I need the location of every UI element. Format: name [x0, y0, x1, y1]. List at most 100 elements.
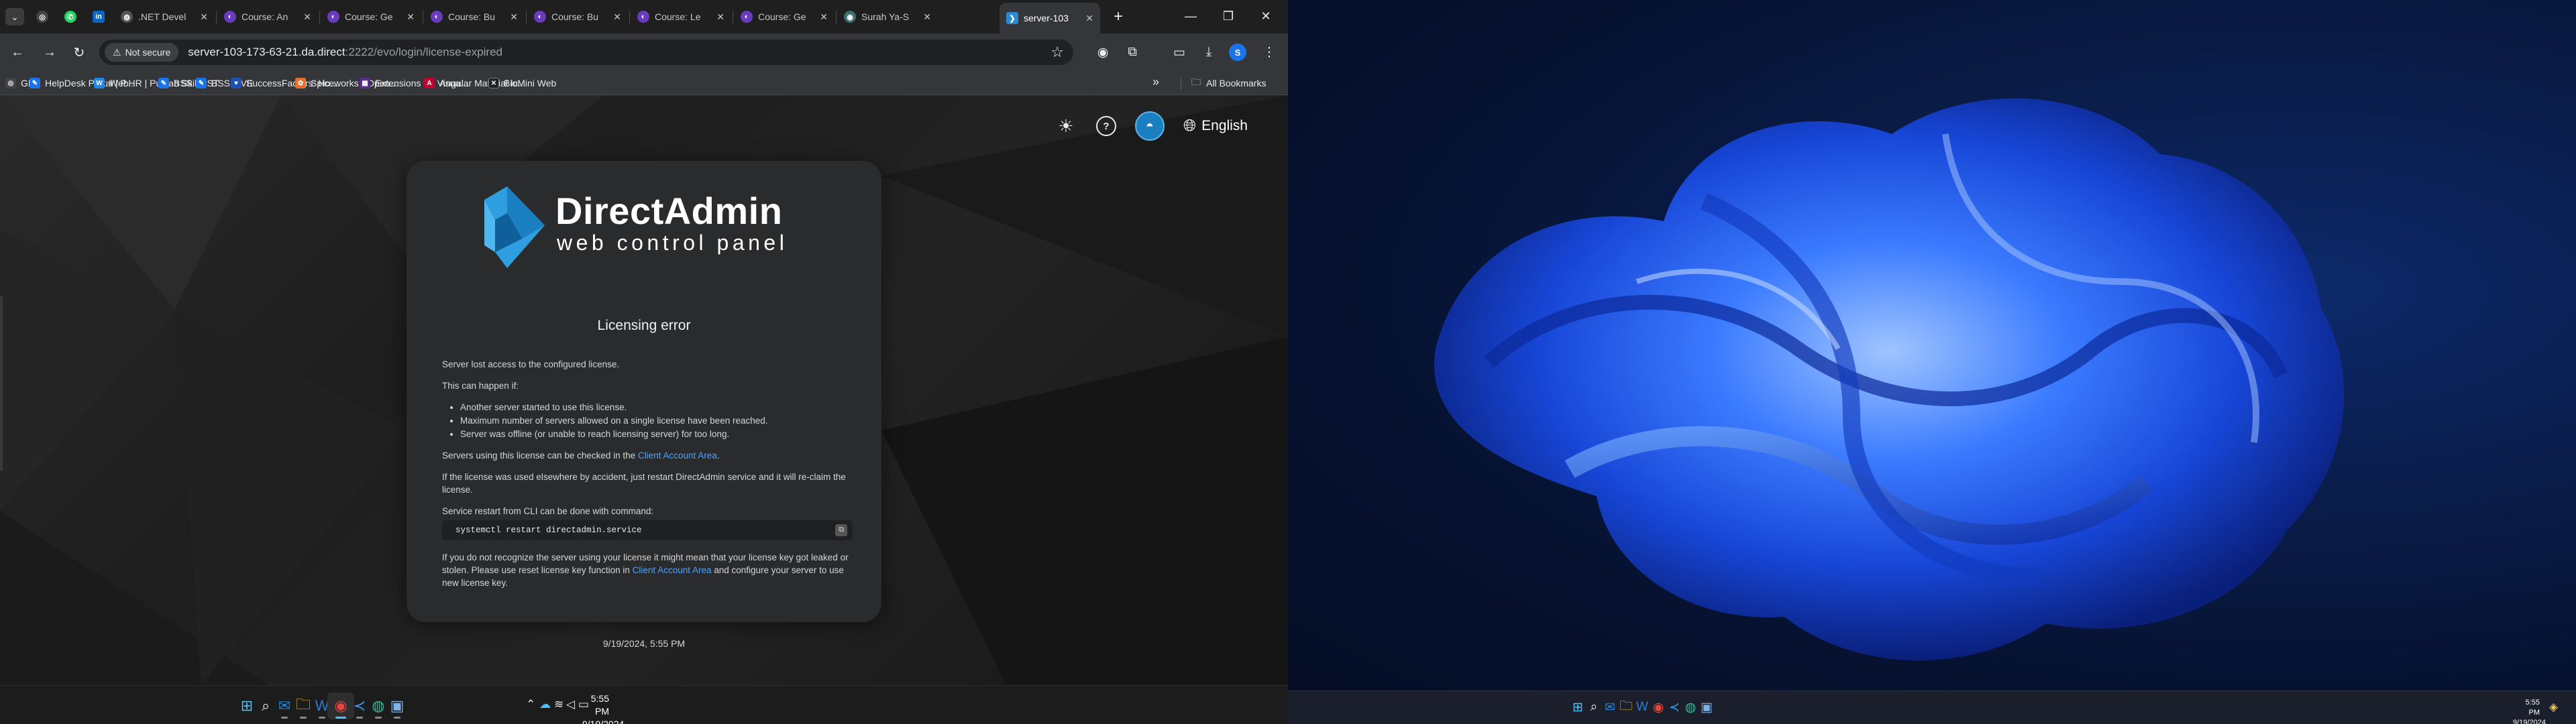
menu-kebab-icon[interactable]: ⋮ — [1258, 42, 1280, 63]
directadmin-logo: DirectAdmin web control panel — [480, 186, 816, 269]
close-icon[interactable]: ✕ — [1085, 13, 1093, 24]
paragraph-lost-access: Server lost access to the configured lic… — [442, 359, 620, 369]
tab-whatsapp[interactable]: ✆ — [58, 4, 85, 29]
card-title: Licensing error — [597, 318, 691, 333]
tab-search-button[interactable]: ⌄ — [5, 8, 24, 25]
onedrive-icon[interactable]: ☁ — [539, 698, 551, 711]
close-icon[interactable]: ✕ — [716, 11, 724, 23]
language-label: English — [1201, 118, 1248, 133]
course-icon: ◐ — [327, 11, 339, 23]
tab-server-active[interactable]: ❯ server-103 ✕ — [1000, 3, 1100, 34]
tab-course-1[interactable]: ◐ Course: An ✕ — [217, 4, 318, 29]
side-panel-handle[interactable] — [0, 296, 3, 471]
tab-course-6[interactable]: ◐ Course: Ge ✕ — [734, 4, 835, 29]
tab-gpt[interactable]: ◎ — [30, 4, 56, 29]
paragraph-cli: Service restart from CLI can be done wit… — [442, 506, 654, 516]
close-icon[interactable]: ✕ — [820, 11, 828, 23]
bloom-wallpaper — [1434, 98, 2345, 661]
notification-icon[interactable]: ◈ — [2549, 701, 2558, 714]
bookmarks-overflow-icon[interactable]: » — [1152, 75, 1159, 89]
restore-icon[interactable]: ❐ — [1213, 5, 1244, 27]
copy-icon[interactable]: ⧉ — [835, 524, 847, 536]
taskbar-clock[interactable]: 5:55 PM 9/19/2024 — [582, 692, 624, 724]
bookmark-label: BioMini Web — [504, 78, 557, 88]
new-tab-button[interactable]: + — [1108, 7, 1128, 27]
helpdesk-icon: ✎ — [30, 78, 40, 88]
linkedin-icon: in — [93, 11, 105, 23]
tab-linkedin[interactable]: in — [86, 4, 113, 29]
course-icon: ◐ — [741, 11, 753, 23]
bookmark-biomini[interactable]: ✕ BioMini Web — [488, 75, 556, 91]
course-icon: ◐ — [224, 11, 236, 23]
extensions-puzzle-icon[interactable]: ⧉ — [1122, 42, 1143, 63]
tab-title: Course: An — [241, 11, 288, 22]
paragraph-restart: If the license was used elsewhere by acc… — [442, 472, 846, 495]
tab-net-devel[interactable]: ◍ .NET Devel ✕ — [114, 4, 215, 29]
close-icon[interactable]: ✕ — [407, 11, 415, 23]
wifi-icon[interactable]: ≋ — [554, 698, 564, 711]
tab-title: server-103 — [1024, 13, 1069, 23]
taskbar-clock[interactable]: 5:55 PM 9/19/2024 — [2513, 698, 2546, 724]
tab-surah[interactable]: ◉ Surah Ya-S ✕ — [837, 4, 938, 29]
paragraph-servers-check: Servers using this license can be checke… — [442, 449, 853, 462]
forward-icon[interactable]: → — [40, 43, 59, 62]
close-window-icon[interactable]: ✕ — [1250, 5, 1281, 27]
close-icon[interactable]: ✕ — [923, 11, 931, 23]
vs-marketplace-icon: ▦ — [360, 78, 370, 88]
tab-course-2[interactable]: ◐ Course: Ge ✕ — [321, 4, 421, 29]
theme-sun-icon[interactable]: ☀ — [1055, 115, 1077, 137]
close-icon[interactable]: ✕ — [303, 11, 311, 23]
volume-icon[interactable]: ◁ — [566, 698, 575, 711]
paragraph-leaked: If you do not recognize the server using… — [442, 551, 853, 589]
reason-item: Maximum number of servers allowed on a s… — [460, 414, 853, 427]
tab-title: Surah Ya-S — [861, 11, 910, 22]
reload-icon[interactable]: ↻ — [70, 43, 89, 62]
whatsapp-icon: ✆ — [64, 11, 76, 23]
security-chip[interactable]: ⚠ Not secure — [105, 43, 179, 62]
tab-course-5[interactable]: ◐ Course: Le ✕ — [631, 4, 731, 29]
cast-icon[interactable]: ▭ — [1169, 42, 1190, 63]
page-content: ☀ ? ◓ 🌐︎ English DirectAdmin web control… — [0, 95, 1288, 685]
client-account-area-link-2[interactable]: Client Account Area — [633, 565, 712, 575]
url-path: :2222/evo/login/license-expired — [345, 46, 502, 58]
globe-icon: ◍ — [121, 11, 133, 23]
tray-chevron-icon[interactable]: ⌃ — [526, 698, 535, 711]
download-icon[interactable]: ⤓ — [1198, 42, 1220, 63]
tab-title: Course: Ge — [345, 11, 393, 22]
gpt-icon: ◎ — [36, 11, 48, 23]
reason-item: Another server started to use this licen… — [460, 401, 853, 414]
bss-test-icon: ✎ — [158, 78, 169, 88]
close-icon[interactable]: ✕ — [200, 11, 208, 23]
page-top-controls: ☀ ? ◓ 🌐︎ English — [1055, 111, 1248, 141]
profile-avatar[interactable]: S — [1229, 44, 1246, 61]
all-bookmarks-label: All Bookmarks — [1206, 78, 1267, 88]
tab-title: Course: Bu — [448, 11, 496, 22]
tab-course-4[interactable]: ◐ Course: Bu ✕ — [527, 4, 628, 29]
back-icon[interactable]: ← — [8, 43, 27, 62]
card-body: Server lost access to the configured lic… — [442, 358, 853, 598]
text: . — [716, 450, 720, 461]
minimize-icon[interactable]: — — [1175, 5, 1206, 27]
tab-course-3[interactable]: ◐ Course: Bu ✕ — [424, 4, 525, 29]
all-bookmarks[interactable]: 🗀 All Bookmarks — [1191, 75, 1266, 91]
close-icon[interactable]: ✕ — [510, 11, 518, 23]
client-account-area-link[interactable]: Client Account Area — [638, 450, 717, 461]
remote-desktop-icon[interactable]: ▣ — [384, 692, 411, 719]
close-icon[interactable]: ✕ — [613, 11, 621, 23]
bookmark-star-icon[interactable]: ☆ — [1051, 44, 1064, 61]
course-icon: ◐ — [637, 11, 649, 23]
command-block: systemctl restart directadmin.service ⧉ — [442, 520, 853, 540]
reasons-list: Another server started to use this licen… — [460, 401, 853, 440]
remote-desktop-icon[interactable]: ▣ — [1695, 695, 1719, 719]
course-icon: ◐ — [534, 11, 546, 23]
skin-avatar-icon[interactable]: ◓ — [1134, 111, 1165, 141]
address-bar[interactable]: ⚠ Not secure server-103-173-63-21.da.dir… — [99, 40, 1073, 65]
extension-glasses-icon[interactable]: ◉ — [1092, 42, 1114, 63]
text: Servers using this license can be checke… — [442, 450, 638, 461]
language-selector[interactable]: 🌐︎ English — [1183, 117, 1248, 135]
directadmin-logo-mark — [484, 186, 545, 268]
url-text[interactable]: server-103-173-63-21.da.direct:2222/evo/… — [188, 46, 502, 59]
webhr-icon: W — [94, 78, 105, 88]
help-icon[interactable]: ? — [1095, 116, 1116, 136]
url-host: server-103-173-63-21.da.direct — [188, 46, 345, 58]
